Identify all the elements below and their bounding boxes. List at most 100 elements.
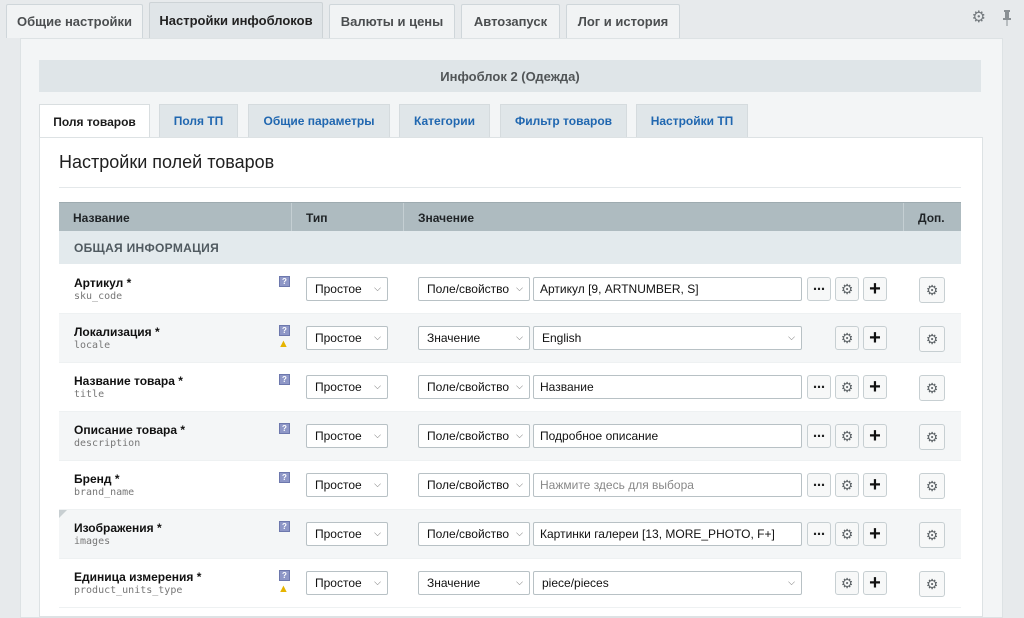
column-extra: Доп.: [918, 210, 945, 225]
gear-icon[interactable]: ⚙: [835, 571, 859, 595]
gear-icon[interactable]: ⚙: [835, 277, 859, 301]
value-select-value: English: [542, 331, 582, 345]
tab-product-fields[interactable]: Поля товаров: [39, 104, 150, 139]
tab-categories[interactable]: Категории: [399, 104, 490, 137]
page-title: Настройки полей товаров: [59, 152, 275, 172]
table-row: Описание товара * description? Простое ⌵ Пол…: [59, 412, 961, 461]
gear-icon[interactable]: ⚙: [972, 10, 986, 30]
help-icon[interactable]: ?: [279, 374, 290, 385]
source-select-value: Значение: [427, 576, 481, 590]
plus-icon[interactable]: +: [863, 473, 887, 497]
table-row: Артикул * sku_code? Простое ⌵ Поле/свойство ⌵…: [59, 265, 961, 314]
field-name: Артикул *: [74, 276, 132, 290]
field-name: Описание товара *: [74, 423, 186, 437]
divider: [59, 187, 961, 188]
field-name: Название товара *: [74, 374, 183, 388]
tab-currencies-prices[interactable]: Валюты и цены: [329, 4, 455, 38]
source-select[interactable]: Поле/свойство ⌵: [418, 375, 530, 399]
plus-icon[interactable]: +: [863, 522, 887, 546]
tab-offer-fields[interactable]: Поля ТП: [159, 104, 238, 137]
type-select-value: Простое: [315, 576, 362, 590]
field-name: Бренд *: [74, 472, 120, 486]
source-select[interactable]: Значение ⌵: [418, 326, 530, 350]
type-select-value: Простое: [315, 380, 362, 394]
type-select[interactable]: Простое ⌵: [306, 571, 388, 595]
ellipsis-icon[interactable]: ⋯: [807, 522, 831, 546]
chevron-down-icon: ⌵: [516, 577, 523, 587]
value-field[interactable]: Название: [533, 375, 802, 399]
gear-icon[interactable]: ⚙: [919, 473, 945, 499]
help-icon[interactable]: ?: [279, 472, 290, 483]
plus-icon[interactable]: +: [863, 424, 887, 448]
column-type: Тип: [292, 203, 404, 232]
type-select[interactable]: Простое ⌵: [306, 522, 388, 546]
tab-general-params[interactable]: Общие параметры: [248, 104, 390, 137]
field-name: Изображения *: [74, 521, 162, 535]
source-select-value: Поле/свойство: [427, 282, 510, 296]
iblock-header: Инфоблок 2 (Одежда): [39, 60, 981, 92]
chevron-down-icon: ⌵: [374, 577, 381, 587]
plus-icon[interactable]: +: [863, 375, 887, 399]
source-select[interactable]: Поле/свойство ⌵: [418, 473, 530, 497]
source-select-value: Поле/свойство: [427, 429, 510, 443]
gear-icon[interactable]: ⚙: [835, 326, 859, 350]
value-field[interactable]: Нажмите здесь для выбора: [533, 473, 802, 497]
warning-icon: ▲: [278, 583, 289, 595]
type-select[interactable]: Простое ⌵: [306, 277, 388, 301]
value-select[interactable]: English ⌵: [533, 326, 802, 350]
help-icon[interactable]: ?: [279, 570, 290, 581]
gear-icon[interactable]: ⚙: [919, 326, 945, 352]
value-field[interactable]: Артикул [9, ARTNUMBER, S]: [533, 277, 802, 301]
pin-icon[interactable]: [1002, 10, 1012, 30]
top-tabs: Общие настройки Настройки инфоблоков Вал…: [0, 0, 1024, 38]
gear-icon[interactable]: ⚙: [835, 473, 859, 497]
value-select-value: piece/pieces: [542, 576, 609, 590]
value-field[interactable]: Подробное описание: [533, 424, 802, 448]
type-select-value: Простое: [315, 331, 362, 345]
column-value: Значение: [404, 203, 904, 232]
tab-iblock-settings[interactable]: Настройки инфоблоков: [149, 2, 323, 38]
gear-icon[interactable]: ⚙: [919, 375, 945, 401]
source-select[interactable]: Значение ⌵: [418, 571, 530, 595]
gear-icon[interactable]: ⚙: [919, 277, 945, 303]
type-select[interactable]: Простое ⌵: [306, 375, 388, 399]
tab-product-filter[interactable]: Фильтр товаров: [500, 104, 627, 137]
chevron-down-icon: ⌵: [516, 332, 523, 342]
plus-icon[interactable]: +: [863, 571, 887, 595]
tab-autostart[interactable]: Автозапуск: [461, 4, 560, 38]
tab-offer-settings[interactable]: Настройки ТП: [636, 104, 748, 137]
ellipsis-icon[interactable]: ⋯: [807, 375, 831, 399]
help-icon[interactable]: ?: [279, 276, 290, 287]
ellipsis-icon[interactable]: ⋯: [807, 424, 831, 448]
chevron-down-icon: ⌵: [374, 332, 381, 342]
gear-icon[interactable]: ⚙: [919, 571, 945, 597]
tab-general-settings[interactable]: Общие настройки: [6, 4, 143, 38]
help-icon[interactable]: ?: [279, 325, 290, 336]
value-select[interactable]: piece/pieces ⌵: [533, 571, 802, 595]
chevron-down-icon: ⌵: [516, 283, 523, 293]
gear-icon[interactable]: ⚙: [835, 424, 859, 448]
field-code: images: [74, 536, 111, 547]
field-code: sku_code: [74, 291, 123, 302]
ellipsis-icon[interactable]: ⋯: [807, 473, 831, 497]
type-select[interactable]: Простое ⌵: [306, 473, 388, 497]
source-select[interactable]: Поле/свойство ⌵: [418, 277, 530, 301]
gear-icon[interactable]: ⚙: [919, 424, 945, 450]
type-select[interactable]: Простое ⌵: [306, 326, 388, 350]
gear-icon[interactable]: ⚙: [919, 522, 945, 548]
source-select[interactable]: Поле/свойство ⌵: [418, 424, 530, 448]
value-field[interactable]: Картинки галереи [13, MORE_PHOTO, F+]: [533, 522, 802, 546]
plus-icon[interactable]: +: [863, 326, 887, 350]
ellipsis-icon[interactable]: ⋯: [807, 277, 831, 301]
tab-log-history[interactable]: Лог и история: [566, 4, 680, 38]
help-icon[interactable]: ?: [279, 521, 290, 532]
help-icon[interactable]: ?: [279, 423, 290, 434]
field-code: product_units_type: [74, 585, 183, 596]
chevron-down-icon: ⌵: [788, 332, 795, 342]
source-select[interactable]: Поле/свойство ⌵: [418, 522, 530, 546]
gear-icon[interactable]: ⚙: [835, 375, 859, 399]
type-select-value: Простое: [315, 429, 362, 443]
type-select[interactable]: Простое ⌵: [306, 424, 388, 448]
gear-icon[interactable]: ⚙: [835, 522, 859, 546]
plus-icon[interactable]: +: [863, 277, 887, 301]
